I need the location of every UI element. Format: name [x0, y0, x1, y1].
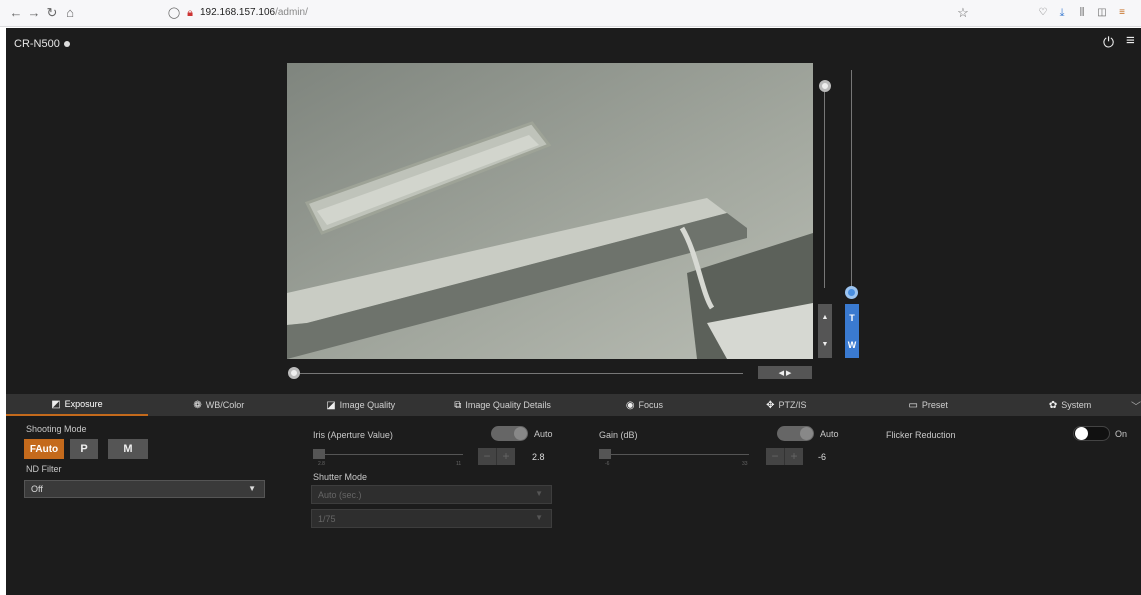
bookmark-star-icon[interactable]: ☆	[955, 6, 971, 20]
image-quality-icon: ◪	[326, 399, 336, 411]
shooting-mode-label: Shooting Mode	[26, 424, 87, 434]
iris-min-tick: 2.8	[318, 461, 325, 467]
dropdown-caret-icon: ▼	[535, 489, 543, 498]
tilt-slider-handle[interactable]	[819, 80, 831, 92]
gain-slider-handle[interactable]	[599, 449, 611, 459]
minus-icon[interactable]: −	[478, 448, 497, 465]
image-quality-details-icon: ⧉	[454, 399, 462, 411]
reload-icon[interactable]: ↻	[44, 6, 60, 20]
zoom-buttons: T W	[845, 304, 859, 358]
tilt-slider-track[interactable]	[824, 88, 825, 288]
pan-slider-handle[interactable]	[288, 367, 300, 379]
exposure-icon: ◩	[51, 398, 61, 410]
dropdown-caret-icon: ▼	[248, 484, 256, 493]
ptz-icon: ✥	[766, 399, 775, 411]
gain-label: Gain (dB)	[599, 430, 638, 440]
tab-ptz-is[interactable]: ✥ PTZ/IS	[715, 394, 857, 416]
gain-max-tick: 33	[742, 461, 748, 467]
flicker-reduction-toggle[interactable]	[1073, 426, 1110, 441]
dropdown-caret-icon: ▼	[535, 513, 543, 522]
minus-icon[interactable]: −	[766, 448, 785, 465]
nd-filter-select[interactable]: Off ▼	[24, 480, 265, 498]
iris-label: Iris (Aperture Value)	[313, 430, 393, 440]
tab-image-quality-details[interactable]: ⧉ Image Quality Details	[432, 394, 574, 416]
iris-max-tick: 11	[456, 461, 462, 467]
power-icon[interactable]: ⏻	[1103, 34, 1114, 51]
lock-icon[interactable]: 🔒︎	[182, 6, 198, 20]
tab-image-quality[interactable]: ◪ Image Quality	[290, 394, 432, 416]
iris-auto-label: Auto	[534, 429, 553, 439]
shutter-speed-select[interactable]: 1/75 ▼	[311, 509, 552, 528]
pan-buttons[interactable]: ◀ ▶	[758, 366, 812, 379]
flicker-reduction-label: Flicker Reduction	[886, 430, 956, 440]
tab-system[interactable]: ✿ System	[999, 394, 1141, 416]
url-bar[interactable]: 192.168.157.106/admin/	[200, 7, 308, 18]
preset-icon: ▭	[908, 399, 918, 411]
gain-slider[interactable]	[599, 454, 749, 455]
gain-min-tick: -6	[605, 461, 610, 467]
tab-wb-color[interactable]: ❁ WB/Color	[148, 394, 290, 416]
iris-auto-toggle[interactable]	[491, 426, 528, 441]
sidebar-icon[interactable]: ◫	[1094, 6, 1110, 20]
forward-icon[interactable]: →	[26, 6, 42, 20]
toggle-knob	[800, 427, 813, 440]
chevron-down-icon[interactable]: ﹀	[1131, 398, 1141, 413]
zoom-tele-button[interactable]: T	[849, 313, 855, 323]
extensions-icon[interactable]: ≡	[1114, 6, 1130, 20]
tab-focus[interactable]: ◉ Focus	[574, 394, 716, 416]
live-preview[interactable]	[287, 63, 813, 359]
tilt-up-icon[interactable]: ▲	[822, 314, 829, 321]
toggle-knob	[514, 427, 527, 440]
iris-stepper[interactable]: − +	[478, 448, 515, 465]
status-dot	[63, 41, 70, 48]
back-icon[interactable]: ←	[8, 6, 24, 20]
tab-exposure[interactable]: ◩ Exposure	[6, 394, 148, 416]
zoom-wide-button[interactable]: W	[848, 340, 857, 350]
iris-slider[interactable]	[313, 454, 463, 455]
download-icon[interactable]: ⤓	[1054, 6, 1070, 20]
gain-auto-toggle[interactable]	[777, 426, 814, 441]
plus-icon[interactable]: +	[785, 448, 803, 465]
home-icon[interactable]: ⌂	[62, 6, 78, 20]
gain-stepper[interactable]: − +	[766, 448, 803, 465]
mode-p-button[interactable]: P	[70, 439, 98, 459]
wb-color-icon: ❁	[193, 399, 202, 411]
settings-tabs: ◩ Exposure ❁ WB/Color ◪ Image Quality ⧉ Imag…	[6, 394, 1141, 416]
tilt-down-icon[interactable]: ▼	[822, 341, 829, 348]
gain-auto-label: Auto	[820, 429, 839, 439]
camera-model-label: CR-N500	[14, 38, 70, 50]
shutter-mode-select[interactable]: Auto (sec.) ▼	[311, 485, 552, 504]
zoom-slider-handle[interactable]	[845, 286, 858, 299]
gain-value: -6	[818, 452, 827, 462]
camera-feed-image	[287, 63, 813, 359]
pocket-icon[interactable]: ♡	[1035, 6, 1051, 20]
pan-left-right-icon[interactable]: ◀ ▶	[779, 369, 792, 377]
plus-icon[interactable]: +	[497, 448, 515, 465]
browser-toolbar: ← → ↻ ⌂ ◯ 🔒︎ 192.168.157.106/admin/ ☆ ♡ …	[0, 0, 1141, 27]
mode-m-button[interactable]: M	[108, 439, 148, 459]
camera-app: CR-N500 ⏻ ≡ ◀ ▶ ▲ ▼ T W ◩ Exposure ❁ WB/…	[6, 28, 1141, 595]
flicker-reduction-state: On	[1115, 429, 1128, 439]
app-header: CR-N500 ⏻ ≡	[6, 28, 1141, 58]
zoom-slider-track[interactable]	[851, 70, 852, 295]
iris-value: 2.8	[532, 452, 545, 462]
focus-icon: ◉	[625, 399, 635, 411]
toggle-knob	[1075, 427, 1088, 440]
shield-icon[interactable]: ◯	[166, 6, 182, 20]
mode-fauto-button[interactable]: FAuto	[24, 439, 64, 459]
gear-icon: ✿	[1048, 399, 1058, 411]
iris-slider-handle[interactable]	[313, 449, 325, 459]
tab-preset[interactable]: ▭ Preset	[857, 394, 999, 416]
library-icon[interactable]: ⫼	[1074, 6, 1090, 20]
tilt-buttons: ▲ ▼	[818, 304, 832, 358]
nd-filter-label: ND Filter	[26, 464, 62, 474]
pan-slider-track[interactable]	[293, 373, 743, 374]
menu-icon[interactable]: ≡	[1126, 32, 1135, 49]
shutter-mode-label: Shutter Mode	[313, 472, 368, 482]
